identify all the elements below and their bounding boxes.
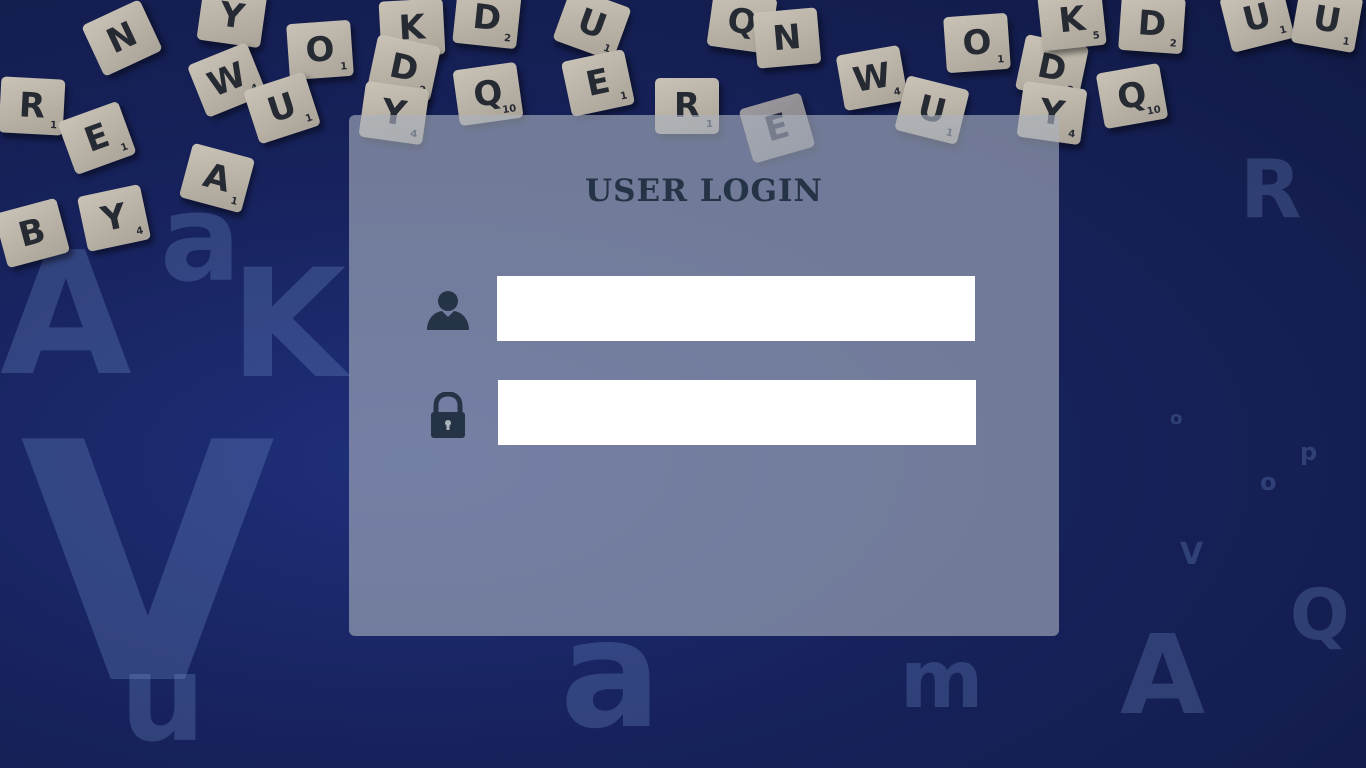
bg-letter: Q <box>1290 574 1350 656</box>
bg-letter: A <box>1120 611 1206 739</box>
letter-tile: E1 <box>57 100 137 176</box>
letter-tile: K5 <box>1037 0 1107 52</box>
letter-tile: U1 <box>1290 0 1364 54</box>
login-panel: USER LOGIN <box>349 115 1059 636</box>
bg-letter: K <box>230 238 347 412</box>
letter-tile: D2 <box>452 0 522 50</box>
bg-letter: m <box>900 633 984 726</box>
letter-tile: O1 <box>286 19 354 81</box>
letter-tile: E1 <box>560 48 636 118</box>
username-row <box>425 276 985 342</box>
bg-letter: V <box>1180 537 1204 572</box>
letter-tile: O1 <box>943 12 1011 74</box>
bg-letter: o <box>1170 408 1183 429</box>
password-input[interactable] <box>498 380 976 445</box>
letter-tile: U1 <box>1219 0 1295 53</box>
letter-tile: Y <box>196 0 268 49</box>
bg-letter: u <box>120 630 206 768</box>
letter-tile: N <box>752 7 822 69</box>
page-title: USER LOGIN <box>585 173 823 209</box>
lock-icon <box>425 391 471 438</box>
password-row <box>425 380 985 446</box>
letter-tile: Q 10 <box>1095 62 1169 130</box>
letter-tile: Y4 <box>76 183 152 253</box>
letter-tile: N <box>81 0 163 77</box>
letter-tile: R1 <box>0 76 66 136</box>
bg-letter: o <box>1260 468 1277 496</box>
bg-letter: p <box>1300 438 1318 466</box>
letter-tile: W4 <box>835 44 909 112</box>
bg-letter: R <box>1240 143 1302 236</box>
username-input[interactable] <box>497 276 975 341</box>
user-icon <box>425 288 471 332</box>
letter-tile: D2 <box>1118 0 1186 55</box>
